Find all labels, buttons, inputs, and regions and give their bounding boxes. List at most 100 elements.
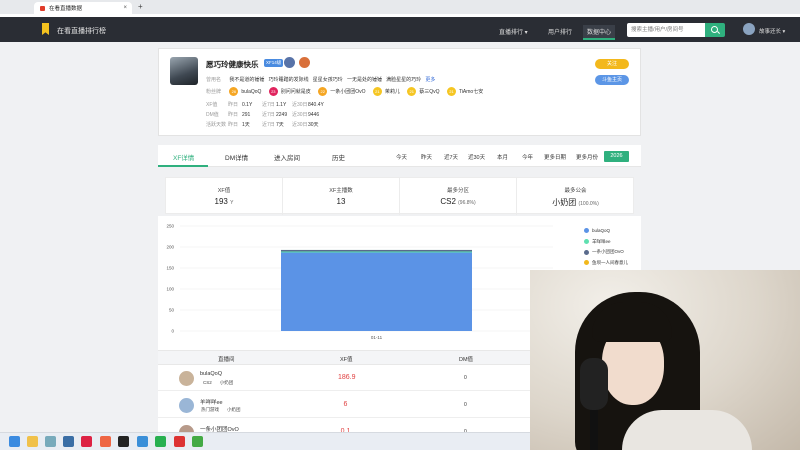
y-tick-label: 50 <box>169 308 175 313</box>
streamer-name: 愿巧玲健康快乐 <box>206 60 259 69</box>
new-tab-button[interactable]: + <box>138 3 143 11</box>
tab-history[interactable]: 历史 <box>332 152 345 162</box>
start-icon[interactable] <box>9 436 20 447</box>
alias-1: 我不是道的锤锤 <box>229 77 265 83</box>
year-button[interactable]: 2026 <box>604 151 629 162</box>
xf-value: 6 <box>343 401 348 408</box>
fan-badge[interactable]: 21 蔡三QvQ <box>407 87 440 96</box>
legend-swatch <box>584 249 589 255</box>
site-name[interactable]: 在看直播排行榜 <box>57 26 106 36</box>
site-header: 在看直播排行榜 直播排行 ▾ 用户排行 数据中心 搜索主播/用户/房间号 故事还… <box>0 17 800 42</box>
fans-label: 粉丝牌 <box>206 89 222 95</box>
legend-item[interactable]: 一条小团团OvO <box>584 249 624 255</box>
y-tick-label: 100 <box>166 287 174 292</box>
date-30days[interactable]: 近30天 <box>468 153 485 161</box>
alias-label: 曾用名 <box>206 77 222 83</box>
legend-swatch <box>584 239 589 244</box>
date-this-year[interactable]: 今年 <box>522 153 533 161</box>
alias-2: 巧玲睡踏的发际线 <box>268 77 309 83</box>
browser-icon[interactable] <box>100 436 111 447</box>
y-tick-label: 250 <box>166 224 174 229</box>
legend-label: 鱼坝一人间春意儿 <box>592 259 628 265</box>
file-explorer-icon[interactable] <box>27 436 38 447</box>
y-tick-label: 0 <box>171 329 174 334</box>
fan-badge[interactable]: 22 一条小团团OvO <box>318 87 365 96</box>
summary-stats: XF值 193 Y XF主播数 13 最多分区 CS2 (96.8%) 最多公会… <box>165 177 634 215</box>
avatar[interactable] <box>743 23 755 35</box>
streamer-avatar <box>170 57 198 85</box>
legend-swatch <box>584 260 589 265</box>
stat-xf-anchors: XF主播数 13 <box>283 178 400 215</box>
detail-tabs: XF详情 DM详情 进入房间 历史 今天 昨天 近7天 近30天 本月 今年 更… <box>158 145 641 167</box>
app-icon[interactable] <box>192 436 203 447</box>
taskbar <box>0 432 530 450</box>
y-tick-label: 200 <box>166 245 174 250</box>
fan-badge[interactable]: 23 别问问就是皮 <box>268 87 311 96</box>
y-tick-label: 150 <box>166 266 174 271</box>
dm-value: 0 <box>464 375 467 381</box>
bar-segment <box>281 249 472 252</box>
app-icon[interactable] <box>137 436 148 447</box>
avatar <box>179 398 194 413</box>
browser-tab[interactable]: 在看直播数据 × <box>34 2 132 14</box>
follow-button[interactable]: 关注 <box>595 59 629 69</box>
room-name[interactable]: 羊咩咩ee <box>200 398 223 406</box>
fan-badges-row: 粉丝牌 26 bulaQoQ 23 别问问就是皮 22 一条小团团OvO 21 茉莉儿 … <box>206 87 489 96</box>
stat-row-dm: DM值 昨日 291 近7日2249 近30日9446 <box>206 112 320 118</box>
app-icon[interactable] <box>118 436 129 447</box>
legend-item[interactable]: bulaQoQ <box>584 228 610 233</box>
legend-item[interactable]: 鱼坝一人间春意儿 <box>584 260 628 266</box>
tab-xf-detail[interactable]: XF详情 <box>173 152 194 162</box>
active-tab-indicator <box>158 165 208 167</box>
more-months[interactable]: 更多月份 <box>576 153 598 161</box>
alias-5: 满脸星星的巧玲 <box>386 77 422 83</box>
date-this-month[interactable]: 本月 <box>497 153 508 161</box>
date-today[interactable]: 今天 <box>396 153 407 161</box>
app-icon[interactable] <box>63 436 74 447</box>
stat-top-area: 最多分区 CS2 (96.8%) <box>400 178 517 215</box>
alias-row: 曾用名 我不是道的锤锤 巧玲睡踏的发际线 星星女孩巧玲 一无是处的锤锤 满脸星星… <box>206 76 435 83</box>
alias-4: 一无是处的锤锤 <box>346 77 382 83</box>
nav-data-center[interactable]: 数据中心 <box>583 25 616 40</box>
date-7days[interactable]: 近7天 <box>444 153 458 161</box>
fan-badge[interactable]: 21 茉莉儿 <box>372 87 400 96</box>
trophy-icon <box>299 57 310 68</box>
more-aliases-link[interactable]: 更多 <box>425 77 435 83</box>
room-name[interactable]: bulaQoQ <box>200 371 222 377</box>
app-icon[interactable] <box>81 436 92 447</box>
app-icon[interactable] <box>174 436 185 447</box>
legend-swatch <box>584 228 589 233</box>
x-tick-label: 01-11 <box>371 335 383 340</box>
homepage-button[interactable]: 斗鱼主页 <box>595 75 629 85</box>
legend-label: 一条小团团OvO <box>592 249 624 254</box>
profile-card: 愿巧玲健康快乐 XF14级 曾用名 我不是道的锤锤 巧玲睡踏的发际线 星星女孩巧… <box>158 48 641 136</box>
header-dm: DM值 <box>459 357 474 363</box>
app-icon[interactable] <box>45 436 56 447</box>
wechat-icon[interactable] <box>155 436 166 447</box>
tab-title: 在看直播数据 <box>49 6 83 12</box>
header-room: 直播间 <box>218 357 235 363</box>
fan-badge[interactable]: 21 TiAmo七安 <box>446 87 483 96</box>
search-icon[interactable] <box>705 23 725 37</box>
browser-tab-strip: 在看直播数据 × + <box>0 0 800 14</box>
tab-enter-room[interactable]: 进入房间 <box>274 152 300 162</box>
stat-xf: XF值 193 Y <box>166 178 283 215</box>
tab-dm-detail[interactable]: DM详情 <box>225 152 248 162</box>
stat-row-xf: XF值 昨日 0.1Y 近7日1.1Y 近30日840.4Y <box>206 102 324 108</box>
legend-label: bulaQoQ <box>592 228 611 233</box>
nav-live-rank[interactable]: 直播排行 ▾ <box>499 27 528 36</box>
nav-user-rank[interactable]: 用户排行 <box>548 27 572 36</box>
close-icon[interactable]: × <box>123 5 127 11</box>
more-dates[interactable]: 更多日期 <box>544 153 566 161</box>
search-input[interactable]: 搜索主播/用户/房间号 <box>627 23 705 37</box>
level-badge: XF14级 <box>264 59 284 67</box>
date-yesterday[interactable]: 昨天 <box>421 153 432 161</box>
logo-icon[interactable] <box>42 23 49 35</box>
header-xf: XF值 <box>340 357 353 363</box>
legend-item[interactable]: 羊咩咩ee <box>584 239 611 245</box>
microphone-icon <box>580 358 608 410</box>
fan-badge[interactable]: 26 bulaQoQ <box>229 87 261 96</box>
username-menu[interactable]: 故事还长 ▾ <box>759 27 785 35</box>
site-favicon-icon <box>40 5 45 11</box>
xf-value: 186.9 <box>338 374 356 381</box>
